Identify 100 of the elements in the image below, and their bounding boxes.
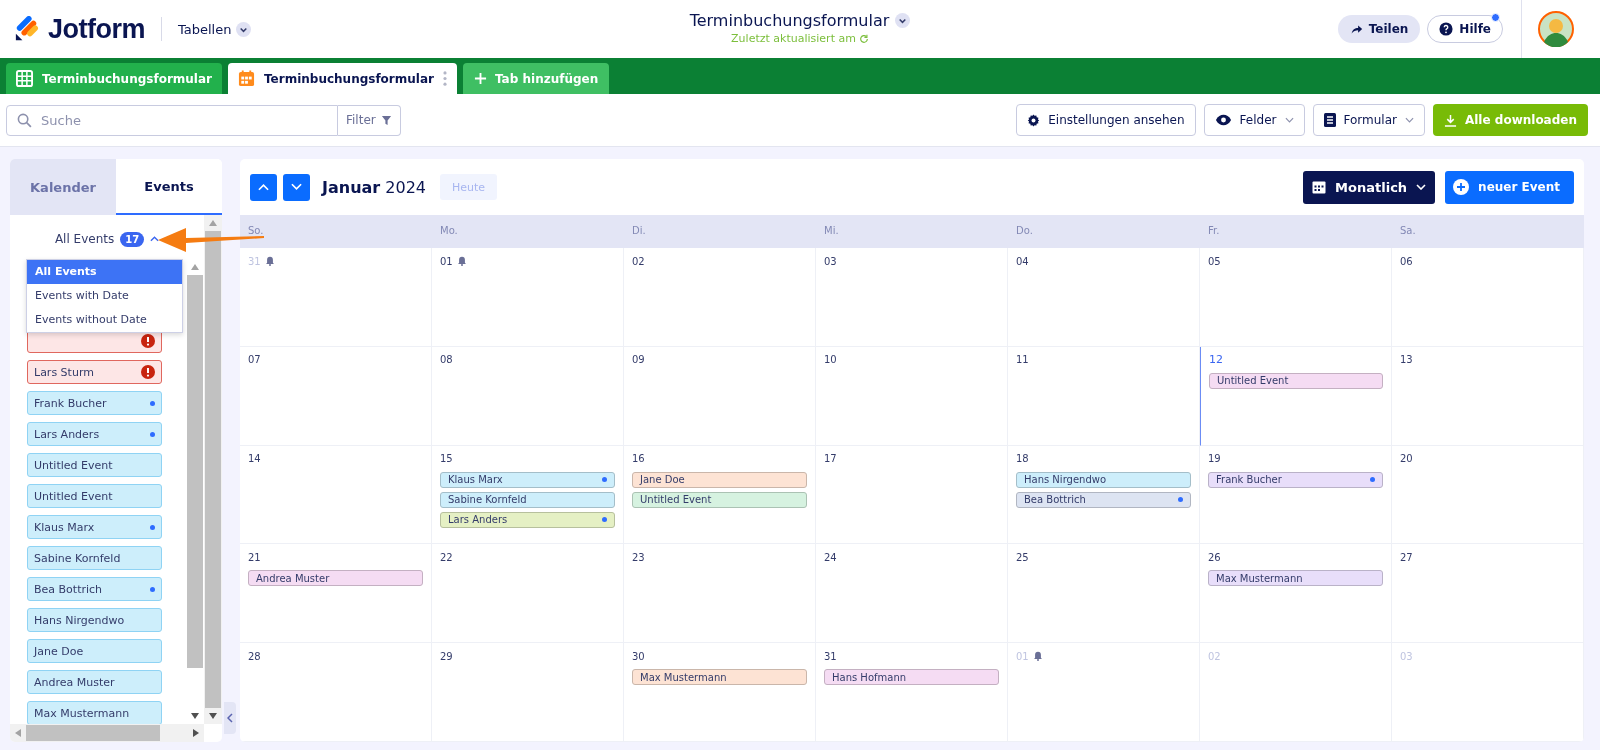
scroll-up-icon[interactable] (191, 264, 199, 270)
share-button[interactable]: Teilen (1337, 15, 1421, 43)
day-cell[interactable]: 28 (240, 643, 432, 742)
day-cell[interactable]: 10 (816, 346, 1008, 446)
calendar-event[interactable]: Frank Bucher (1208, 471, 1383, 488)
weekday-header: Sa. (1392, 215, 1584, 248)
day-number: 11 (1016, 354, 1029, 366)
calendar-event[interactable]: Sabine Kornfeld (440, 491, 615, 508)
scroll-right-icon[interactable] (193, 729, 199, 737)
day-cell[interactable]: 29 (432, 643, 624, 742)
day-cell[interactable]: 31 Hans Hofmann (816, 643, 1008, 742)
event-item[interactable]: Jane Doe (27, 639, 162, 663)
day-cell[interactable]: 13 (1392, 346, 1584, 446)
day-number: 10 (824, 354, 837, 366)
day-cell[interactable]: 18 Hans Nirgendwo Bea Bottrich (1008, 445, 1200, 545)
calendar-event[interactable]: Max Mustermann (632, 669, 807, 686)
scrollbar-thumb[interactable] (26, 725, 160, 741)
calendar-event[interactable]: Klaus Marx (440, 471, 615, 488)
day-cell[interactable]: 15 Klaus Marx Sabine Kornfeld Lars Anders (432, 445, 624, 545)
day-number: 25 (1016, 551, 1029, 563)
alert-icon (141, 365, 155, 379)
calendar-event[interactable]: Untitled Event (1209, 372, 1383, 389)
day-cell[interactable]: 03 (816, 248, 1008, 347)
fields-button[interactable]: Felder (1203, 104, 1305, 136)
calendar-event[interactable]: Andrea Muster (248, 570, 423, 587)
day-cell[interactable]: 06 (1392, 248, 1584, 347)
day-cell[interactable]: 27 (1392, 544, 1584, 644)
calendar-event[interactable]: Max Mustermann (1208, 570, 1383, 587)
day-cell[interactable]: 08 (432, 346, 624, 446)
previous-button[interactable] (250, 173, 277, 201)
filter-button[interactable]: Filter (338, 104, 401, 136)
day-number: 07 (248, 354, 261, 366)
scroll-down-icon[interactable] (191, 713, 199, 719)
day-cell[interactable]: 22 (432, 544, 624, 644)
day-cell[interactable]: 21 Andrea Muster (240, 544, 432, 644)
day-cell[interactable]: 02 (624, 248, 816, 347)
day-cell[interactable]: 09 (624, 346, 816, 446)
event-item[interactable]: Andrea Muster (27, 670, 162, 694)
day-cell[interactable]: 25 (1008, 544, 1200, 644)
day-cell[interactable]: 16 Jane Doe Untitled Event (624, 445, 816, 545)
day-cell[interactable]: 11 (1008, 346, 1200, 446)
search-field[interactable]: Suche (6, 104, 338, 136)
day-cell[interactable]: 24 (816, 544, 1008, 644)
filter-label[interactable]: All Events (54, 232, 115, 246)
collapse-button[interactable] (224, 702, 236, 734)
event-item[interactable]: Untitled Event (27, 484, 162, 508)
scrollbar-thumb[interactable] (187, 275, 203, 668)
scrollbar-thumb[interactable] (205, 231, 221, 708)
day-cell[interactable]: 23 (624, 544, 816, 644)
calendar-event[interactable]: Bea Bottrich (1016, 491, 1191, 508)
calendar-event[interactable]: Lars Anders (440, 511, 615, 528)
form-button[interactable]: Formular (1312, 104, 1425, 136)
calendar-icon (238, 70, 255, 87)
calendar-event[interactable]: Jane Doe (632, 471, 807, 488)
day-number: 05 (1208, 255, 1221, 267)
day-cell[interactable]: 07 (240, 346, 432, 446)
day-number: 21 (248, 551, 261, 563)
dropdown-option[interactable]: Events without Date (27, 308, 182, 332)
event-item[interactable]: Untitled Event (27, 453, 162, 477)
day-cell[interactable]: 12 Untitled Event (1200, 346, 1392, 446)
day-number: 02 (632, 255, 645, 267)
settings-button[interactable]: Einstellungen ansehen (1016, 104, 1196, 136)
section-menu[interactable]: Tabellen (178, 21, 252, 37)
view-dropdown[interactable]: Monatlich (1303, 170, 1436, 204)
day-cell[interactable]: 26 Max Mustermann (1200, 544, 1392, 644)
day-cell[interactable]: 01 (432, 248, 624, 347)
scroll-down-icon[interactable] (209, 713, 217, 719)
event-item[interactable]: Lars Sturm (27, 360, 162, 384)
status-dot (150, 524, 155, 530)
day-cell[interactable]: 17 (816, 445, 1008, 545)
calendar-event[interactable]: Untitled Event (632, 491, 807, 508)
chevron-up-icon[interactable] (150, 236, 160, 242)
event-item[interactable]: Hans Nirgendwo (27, 608, 162, 632)
day-cell[interactable]: 05 (1200, 248, 1392, 347)
day-cell[interactable]: 14 (240, 445, 432, 545)
next-button[interactable] (283, 173, 310, 201)
day-cell[interactable]: 19 Frank Bucher (1200, 445, 1392, 545)
event-item[interactable]: Sabine Kornfeld (27, 546, 162, 570)
kebab-menu-icon (442, 71, 447, 86)
day-cell[interactable]: 04 (1008, 248, 1200, 347)
sheet-tab[interactable]: Terminbuchungsformular (228, 63, 457, 94)
day-cell[interactable]: 20 (1392, 445, 1584, 545)
avatar-icon[interactable] (1538, 11, 1574, 47)
event-item[interactable]: Bea Bottrich (27, 577, 162, 601)
event-item[interactable]: Lars Anders (27, 422, 162, 446)
day-number: 14 (248, 453, 261, 465)
logo-text[interactable]: Jotform (48, 13, 145, 45)
sidebar-tab[interactable]: Kalender (10, 159, 116, 215)
new-event-button[interactable]: neuer Event (1445, 170, 1574, 204)
dropdown-option[interactable]: All Events (27, 260, 182, 284)
chevron-down-icon[interactable] (895, 13, 911, 28)
day-number: 31 (248, 255, 261, 267)
event-item[interactable]: Max Mustermann (27, 701, 162, 724)
help-button[interactable]: Hilfe (1427, 15, 1503, 43)
event-item[interactable]: Klaus Marx (27, 515, 162, 539)
dropdown-option[interactable]: Events with Date (27, 284, 182, 308)
calendar-event[interactable]: Hans Hofmann (824, 669, 999, 686)
day-cell[interactable]: 30 Max Mustermann (624, 643, 816, 742)
event-item[interactable]: Frank Bucher (27, 391, 162, 415)
calendar-event[interactable]: Hans Nirgendwo (1016, 471, 1191, 488)
